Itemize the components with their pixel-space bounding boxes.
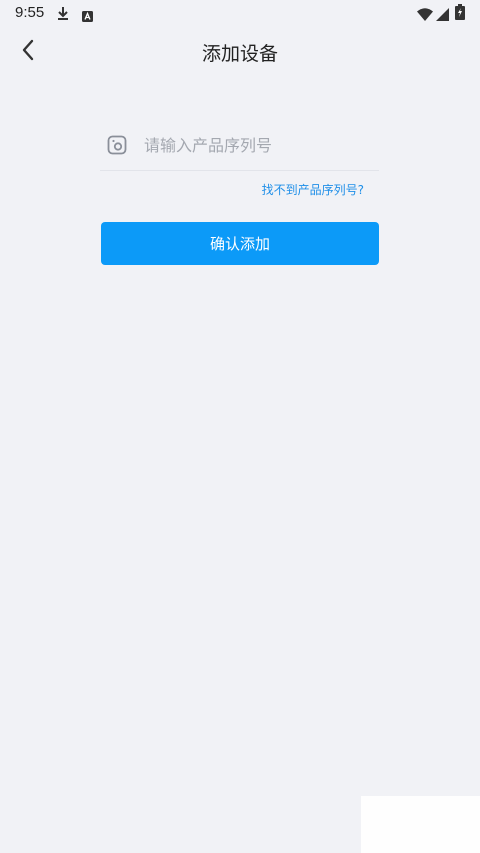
status-time: 9:55 — [15, 4, 45, 21]
status-bar: 9:55 — [0, 0, 480, 26]
serial-number-input[interactable] — [144, 130, 374, 160]
confirm-add-button[interactable]: 确认添加 — [101, 222, 379, 265]
device-icon — [107, 135, 127, 155]
download-icon — [57, 5, 69, 24]
app-notification-icon — [82, 7, 93, 26]
nav-bar: 添加设备 — [0, 26, 480, 78]
overlay-box — [361, 796, 480, 853]
page-title: 添加设备 — [201, 43, 278, 65]
serial-help-link[interactable]: 找不到产品序列号? — [262, 181, 364, 198]
signal-icon — [436, 6, 449, 25]
serial-number-field — [100, 122, 379, 171]
battery-charging-icon — [455, 4, 465, 24]
wifi-icon — [417, 6, 433, 25]
